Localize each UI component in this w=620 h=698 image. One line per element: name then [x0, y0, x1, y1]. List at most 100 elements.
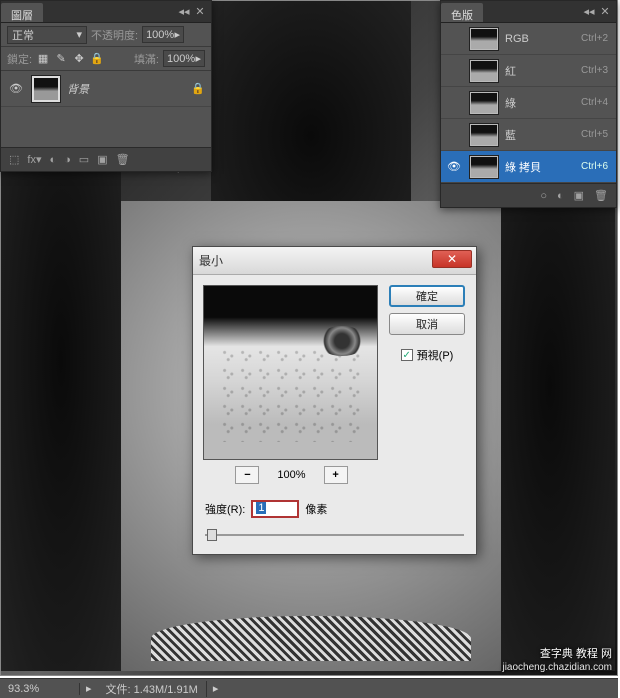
- channel-row-rgb[interactable]: RGB Ctrl+2: [441, 23, 616, 55]
- preview-checkbox-row: ✓ 預視(P): [401, 347, 454, 363]
- chevron-down-icon: ▸: [195, 52, 201, 65]
- lock-transparent-icon[interactable]: ▦: [36, 52, 50, 66]
- layer-name[interactable]: 背景: [67, 81, 191, 97]
- fill-input[interactable]: 100% ▸: [163, 50, 205, 67]
- filter-preview[interactable]: [203, 285, 378, 460]
- fill-label: 填滿:: [134, 51, 159, 67]
- opacity-value: 100%: [146, 29, 174, 41]
- button-column: 確定 取消 ✓ 預視(P): [388, 285, 466, 484]
- group-icon[interactable]: ▭: [79, 153, 89, 166]
- collapse-icon[interactable]: ◂◂: [582, 6, 596, 18]
- channel-shortcut: Ctrl+3: [581, 65, 608, 76]
- lock-fill-row: 鎖定: ▦ ✎ ✥ 🔒 填滿: 100% ▸: [1, 47, 211, 71]
- panel-tabs: 圖層 ◂◂ ✕: [1, 1, 211, 23]
- radius-unit: 像素: [305, 501, 327, 517]
- channel-name: 藍: [505, 127, 581, 143]
- lock-pixels-icon[interactable]: ✎: [54, 52, 68, 66]
- channel-thumbnail: [469, 155, 499, 179]
- new-layer-icon[interactable]: ▣: [97, 153, 107, 166]
- status-doc-size[interactable]: 文件: 1.43M/1.91M: [98, 681, 207, 697]
- cancel-button[interactable]: 取消: [389, 313, 465, 335]
- delete-layer-icon[interactable]: 🗑: [116, 153, 130, 166]
- close-icon[interactable]: ✕: [193, 6, 207, 18]
- channel-shortcut: Ctrl+4: [581, 97, 608, 108]
- ok-button[interactable]: 確定: [389, 285, 465, 307]
- watermark-line2: jiaocheng.chazidian.com: [502, 661, 612, 674]
- dialog-titlebar[interactable]: 最小 ✕: [193, 247, 476, 275]
- site-watermark: 查字典 教程 网 jiaocheng.chazidian.com: [502, 647, 612, 674]
- preview-column: − 100% +: [203, 285, 380, 484]
- dialog-title: 最小: [199, 252, 223, 269]
- blend-mode-select[interactable]: 正常 ▾: [7, 26, 87, 44]
- radius-input[interactable]: 1: [251, 500, 299, 518]
- new-channel-icon[interactable]: ▣: [574, 189, 584, 202]
- lock-icon: 🔒: [191, 82, 205, 95]
- watermark-line1: 查字典 教程 网: [502, 647, 612, 661]
- lock-position-icon[interactable]: ✥: [72, 52, 86, 66]
- image-region: [151, 616, 471, 661]
- adjustment-layer-icon[interactable]: ◑: [64, 154, 71, 166]
- dialog-body: − 100% + 確定 取消 ✓ 預視(P): [193, 275, 476, 494]
- close-button[interactable]: ✕: [432, 250, 472, 268]
- layer-row[interactable]: 👁 背景 🔒: [1, 71, 211, 107]
- lock-all-icon[interactable]: 🔒: [90, 52, 104, 66]
- channel-name: 紅: [505, 63, 581, 79]
- channel-row-blue[interactable]: 藍 Ctrl+5: [441, 119, 616, 151]
- channel-thumbnail: [469, 59, 499, 83]
- tab-layers[interactable]: 圖層: [1, 3, 43, 22]
- radius-label: 強度(R):: [205, 501, 245, 517]
- chevron-down-icon: ▸: [175, 28, 181, 41]
- zoom-controls: − 100% +: [203, 466, 380, 484]
- status-bar: 93.3% ▸ 文件: 1.43M/1.91M ▸: [0, 678, 618, 698]
- tab-channels[interactable]: 色版: [441, 3, 483, 22]
- opacity-input[interactable]: 100% ▸: [142, 26, 184, 43]
- channel-shortcut: Ctrl+5: [581, 129, 608, 140]
- radius-slider[interactable]: [205, 528, 464, 542]
- collapse-icon[interactable]: ◂◂: [177, 6, 191, 18]
- radius-value: 1: [256, 502, 266, 514]
- channel-shortcut: Ctrl+6: [581, 161, 608, 172]
- link-layers-icon[interactable]: ⬚: [9, 153, 19, 166]
- layer-empty-area: [1, 107, 211, 147]
- zoom-in-button[interactable]: +: [324, 466, 348, 484]
- opacity-label: 不透明度:: [91, 27, 138, 43]
- status-arrow-icon[interactable]: ▸: [80, 682, 98, 695]
- channel-name: RGB: [505, 33, 581, 45]
- channel-row-green[interactable]: 綠 Ctrl+4: [441, 87, 616, 119]
- status-zoom[interactable]: 93.3%: [0, 683, 80, 695]
- layer-thumbnail[interactable]: [31, 75, 61, 103]
- channels-footer: ○ ◐ ▣ 🗑: [441, 183, 616, 207]
- layers-footer: ⬚ fx▾ ◐ ◑ ▭ ▣ 🗑: [1, 147, 211, 171]
- layer-fx-icon[interactable]: fx▾: [27, 153, 41, 166]
- zoom-out-button[interactable]: −: [235, 466, 259, 484]
- channel-thumbnail: [469, 27, 499, 51]
- panel-tabs: 色版 ◂◂ ✕: [441, 1, 616, 23]
- slider-track: [205, 534, 464, 536]
- channel-thumbnail: [469, 91, 499, 115]
- panel-controls: ◂◂ ✕: [177, 1, 211, 22]
- save-selection-icon[interactable]: ◐: [557, 190, 564, 202]
- lock-label: 鎖定:: [7, 51, 32, 67]
- radius-row: 強度(R): 1 像素: [193, 494, 476, 524]
- layers-panel: 圖層 ◂◂ ✕ 正常 ▾ 不透明度: 100% ▸ 鎖定: ▦ ✎ ✥ 🔒 填滿…: [0, 0, 212, 172]
- zoom-value: 100%: [277, 469, 305, 481]
- channel-name: 綠: [505, 95, 581, 111]
- channel-shortcut: Ctrl+2: [581, 33, 608, 44]
- slider-thumb[interactable]: [207, 529, 217, 541]
- channel-row-red[interactable]: 紅 Ctrl+3: [441, 55, 616, 87]
- close-icon[interactable]: ✕: [598, 6, 612, 18]
- channel-row-green-copy[interactable]: 👁 綠 拷貝 Ctrl+6: [441, 151, 616, 183]
- load-selection-icon[interactable]: ○: [540, 190, 547, 202]
- preview-checkbox[interactable]: ✓: [401, 349, 413, 361]
- panel-controls: ◂◂ ✕: [582, 1, 616, 22]
- blend-opacity-row: 正常 ▾ 不透明度: 100% ▸: [1, 23, 211, 47]
- layer-mask-icon[interactable]: ◐: [49, 154, 56, 166]
- status-menu-icon[interactable]: ▸: [207, 682, 225, 695]
- visibility-toggle[interactable]: 👁: [7, 82, 25, 95]
- visibility-toggle[interactable]: 👁: [445, 160, 463, 173]
- delete-channel-icon[interactable]: 🗑: [594, 189, 608, 202]
- channels-panel: 色版 ◂◂ ✕ RGB Ctrl+2 紅 Ctrl+3 綠 Ctrl+4 藍 C…: [440, 0, 617, 208]
- blend-mode-value: 正常: [12, 27, 34, 43]
- chevron-down-icon: ▾: [76, 28, 82, 41]
- channel-thumbnail: [469, 123, 499, 147]
